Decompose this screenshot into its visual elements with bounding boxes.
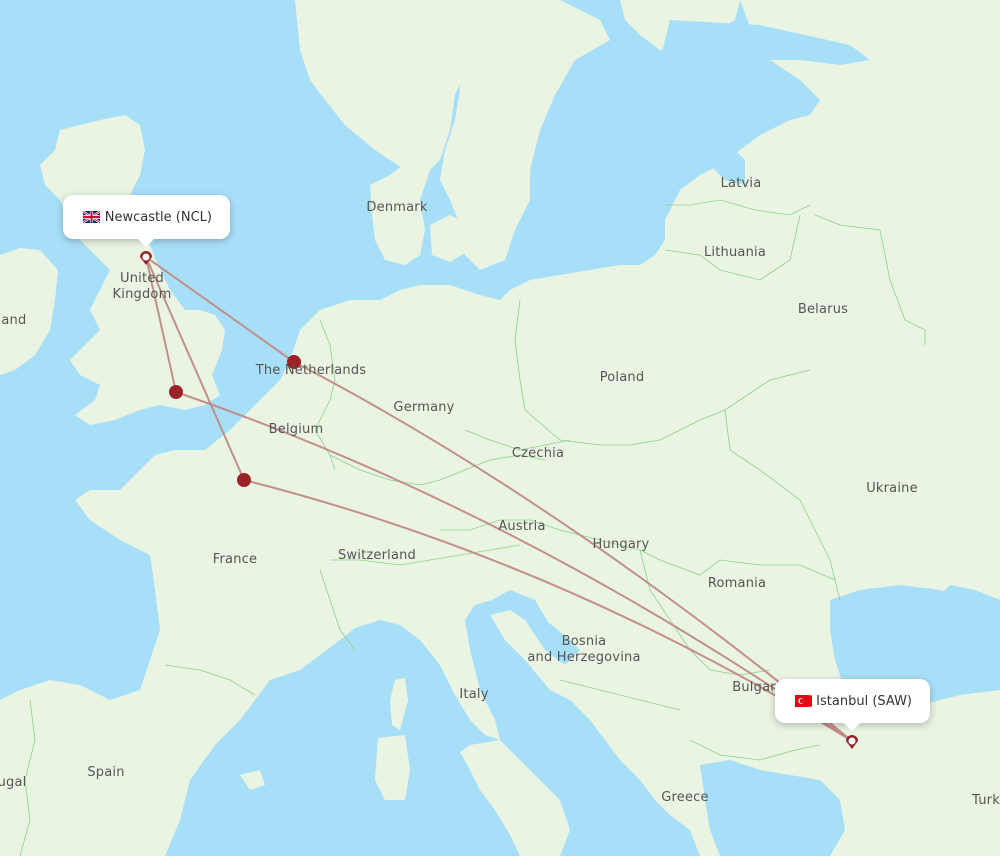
label-denmark: Denmark	[366, 200, 428, 215]
destination-label: Istanbul (SAW)	[816, 693, 912, 709]
label-belgium: Belgium	[268, 422, 324, 437]
label-latvia: Latvia	[720, 176, 762, 191]
label-uk: United Kingdom	[112, 271, 172, 302]
tr-flag-icon	[795, 695, 812, 707]
label-austria: Austria	[498, 519, 546, 534]
gb-flag-icon	[83, 211, 100, 223]
stopover-paris[interactable]	[237, 473, 251, 487]
label-switzerland: Switzerland	[337, 548, 417, 563]
land-sardinia	[375, 735, 410, 800]
label-netherlands: The Netherlands	[255, 363, 367, 378]
label-portugal: ugal	[0, 775, 27, 790]
label-germany: Germany	[393, 400, 455, 415]
label-turkey: Turk	[972, 793, 1000, 808]
label-czechia: Czechia	[511, 446, 565, 461]
origin-popup[interactable]: Newcastle (NCL)	[63, 195, 230, 247]
label-hungary: Hungary	[592, 537, 650, 552]
label-romania: Romania	[707, 576, 767, 591]
label-lithuania: Lithuania	[703, 245, 767, 260]
label-italy: Italy	[459, 687, 489, 702]
origin-label: Newcastle (NCL)	[104, 209, 212, 225]
destination-popup[interactable]: Istanbul (SAW)	[775, 679, 930, 731]
stopover-london[interactable]	[169, 385, 183, 399]
label-spain: Spain	[87, 765, 125, 780]
label-bosnia: Bosnia and Herzegovina	[527, 634, 641, 665]
label-greece: Greece	[661, 790, 709, 805]
label-belarus: Belarus	[797, 302, 849, 317]
label-france: France	[212, 552, 258, 567]
label-poland: Poland	[599, 370, 645, 385]
label-ireland: land	[0, 313, 27, 328]
label-ukraine: Ukraine	[866, 481, 918, 496]
